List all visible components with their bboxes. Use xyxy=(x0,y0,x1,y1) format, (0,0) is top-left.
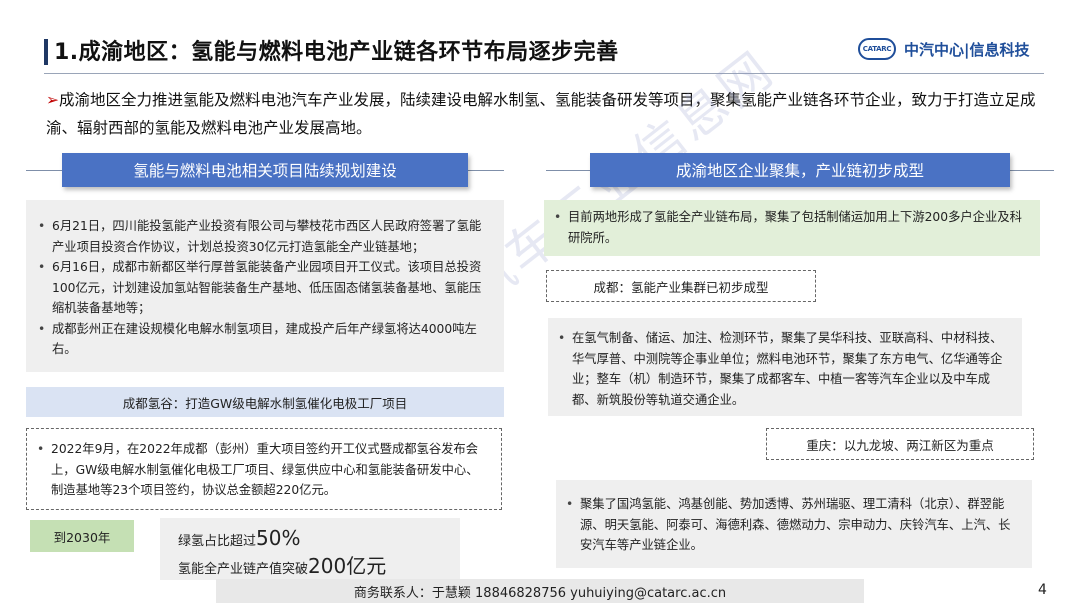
target-line1-text: 绿氢占比超过 xyxy=(178,534,257,549)
target-line1-value: 50% xyxy=(256,526,301,550)
right-section-header: 成渝地区企业聚集，产业链初步成型 xyxy=(590,153,1010,187)
intro-text: 成渝地区全力推进氢能及燃料电池汽车产业发展，陆续建设电解水制氢、氢能装备研发等项… xyxy=(46,91,1036,137)
arrow-bullet-icon: ➢ xyxy=(46,91,59,109)
target-line-output-value: 氢能全产业链产值突破200亿元 xyxy=(178,554,460,582)
target-line-green-hydrogen: 绿氢占比超过50% xyxy=(178,526,460,554)
chongqing-box: 聚集了国鸿氢能、鸿基创能、势加透博、苏州瑞驱、理工清科（北京）、群翌能源、明天氢… xyxy=(556,480,1032,568)
projects-list: 6月21日，四川能投氢能产业投资有限公司与攀枝花市西区人民政府签署了氢能产业项目… xyxy=(34,216,492,360)
catarc-logo: CATARC 中汽中心|信息科技 xyxy=(858,38,1029,60)
list-item: 2022年9月，在2022年成都（彭州）重大项目签约开工仪式暨成都氢谷发布会上，… xyxy=(33,439,489,501)
catarc-logo-text: 中汽中心|信息科技 xyxy=(904,40,1030,59)
page-number: 4 xyxy=(1038,582,1047,598)
list-item: 目前两地形成了氢能全产业链布局，聚集了包括制储运加用上下游200多户企业及科研院… xyxy=(550,207,1028,248)
footer-contact: 商务联系人：于慧颖 18846828756 yuhuiying@catarc.a… xyxy=(216,579,864,603)
chengdu-cluster-label: 成都：氢能产业集群已初步成型 xyxy=(546,270,816,302)
catarc-logo-mark: CATARC xyxy=(858,38,896,60)
chengdu-cluster-box: 在氢气制备、储运、加注、检测环节，聚集了昊华科技、亚联高科、中材科技、华气厚普、… xyxy=(548,318,1022,416)
title-accent-bar xyxy=(44,39,48,65)
chongqing-list: 聚集了国鸿氢能、鸿基创能、势加透博、苏州瑞驱、理工清科（北京）、群翌能源、明天氢… xyxy=(562,494,1020,556)
list-item: 6月16日，成都市新都区举行厚普氢能装备产业园项目开工仪式。该项目总投资100亿… xyxy=(34,257,492,319)
left-section-header: 氢能与燃料电池相关项目陆续规划建设 xyxy=(62,153,468,187)
page-title: 1.成渝地区：氢能与燃料电池产业链各环节布局逐步完善 xyxy=(54,40,619,65)
header-divider xyxy=(44,73,1044,74)
target-year-badge: 到2030年 xyxy=(30,520,134,552)
projects-box: 6月21日，四川能投氢能产业投资有限公司与攀枝花市西区人民政府签署了氢能产业项目… xyxy=(26,200,504,372)
summary-box: 目前两地形成了氢能全产业链布局，聚集了包括制储运加用上下游200多户企业及科研院… xyxy=(544,200,1040,256)
target-line2-text: 氢能全产业链产值突破 xyxy=(178,562,309,577)
chongqing-label: 重庆：以九龙坡、两江新区为重点 xyxy=(766,428,1034,460)
chengdu-valley-label: 成都氢谷：打造GW级电解水制氢催化电极工厂项目 xyxy=(26,387,504,417)
list-item: 成都彭州正在建设规模化电解水制氢项目，建成投产后年产绿氢将达4000吨左右。 xyxy=(34,319,492,360)
chengdu-cluster-list: 在氢气制备、储运、加注、检测环节，聚集了昊华科技、亚联高科、中材科技、华气厚普、… xyxy=(554,328,1010,410)
chengdu-valley-list: 2022年9月，在2022年成都（彭州）重大项目签约开工仪式暨成都氢谷发布会上，… xyxy=(33,439,489,501)
intro-paragraph: ➢成渝地区全力推进氢能及燃料电池汽车产业发展，陆续建设电解水制氢、氢能装备研发等… xyxy=(46,86,1036,142)
list-item: 聚集了国鸿氢能、鸿基创能、势加透博、苏州瑞驱、理工清科（北京）、群翌能源、明天氢… xyxy=(562,494,1020,556)
chengdu-valley-box: 2022年9月，在2022年成都（彭州）重大项目签约开工仪式暨成都氢谷发布会上，… xyxy=(26,428,502,510)
summary-list: 目前两地形成了氢能全产业链布局，聚集了包括制储运加用上下游200多户企业及科研院… xyxy=(550,207,1028,248)
list-item: 在氢气制备、储运、加注、检测环节，聚集了昊华科技、亚联高科、中材科技、华气厚普、… xyxy=(554,328,1010,410)
list-item: 6月21日，四川能投氢能产业投资有限公司与攀枝花市西区人民政府签署了氢能产业项目… xyxy=(34,216,492,257)
target-line2-value: 200亿元 xyxy=(308,554,387,578)
target-box: 绿氢占比超过50% 氢能全产业链产值突破200亿元 xyxy=(160,518,460,580)
